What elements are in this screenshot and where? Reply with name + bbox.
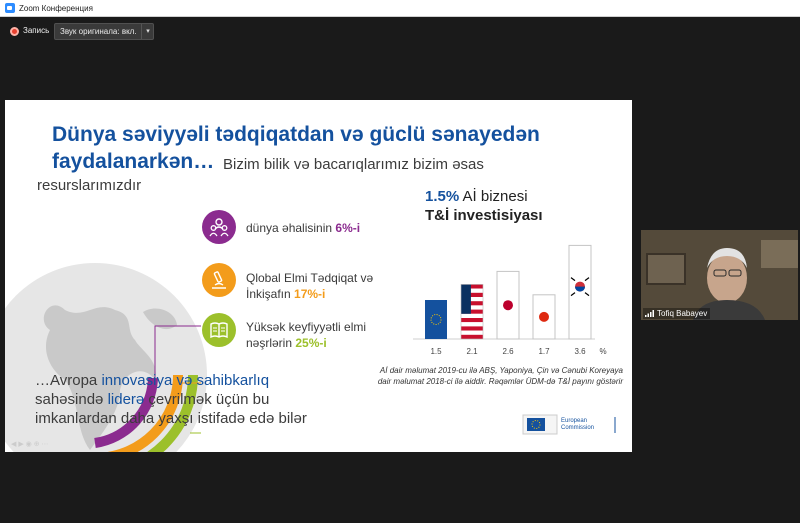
shared-slide: Dünya səviyyəli tədqiqatdan və güclü sən…: [5, 100, 632, 452]
slide-subtitle-line2: resurslarımızdır: [37, 177, 142, 194]
original-audio-button[interactable]: Звук оригинала: вкл.: [54, 23, 154, 40]
stat-population-value: 6%-i: [335, 221, 361, 235]
chart-tick-label: 1.5: [430, 347, 442, 356]
ec-label: European Commission: [561, 418, 594, 432]
chart-bar-south-korea: [568, 244, 592, 340]
chart-title-rest: Aİ biznesi: [459, 188, 528, 205]
window-titlebar: Zoom Конференция: [0, 0, 800, 17]
chart-title: 1.5% Aİ biznesi: [425, 188, 528, 205]
participant-video-frame: [641, 230, 798, 320]
bottom-highlight-1: innovasiya və sahibkarlıq: [101, 372, 270, 389]
stat-population: dünya əhalisinin 6%-i: [246, 220, 360, 236]
recording-toolbar: Запись Звук оригинала: вкл. ▾: [0, 17, 800, 46]
stat-research-text2: İnkişafın: [246, 287, 295, 301]
chart-bar-usa: [460, 284, 484, 340]
slide-controls[interactable]: ◀ ▶ ◉ ⊕ ⋯: [11, 440, 49, 448]
participant-video[interactable]: Tofiq Babayev: [641, 230, 798, 320]
stat-publications: Yüksək keyfiyyətli elmi nəşrlərin 25%-i: [246, 319, 366, 351]
slide-subtitle: Bizim bilik və bacarıqlarımız bizim əsas: [223, 156, 484, 173]
bottom-text-1: …Avropa: [35, 372, 102, 389]
record-icon[interactable]: [10, 27, 19, 36]
chart-tick-label: 2.6: [502, 347, 514, 356]
rd-investment-chart: 1.5 2.1 2.6 1.7 3.6%: [413, 244, 607, 356]
book-icon: [202, 313, 236, 347]
slide-title-line2: faydalanarkən…: [52, 150, 215, 173]
participant-name: Tofiq Babayev: [657, 309, 708, 318]
chart-tick-label: 3.6: [574, 347, 586, 356]
chart-bar-china: [532, 294, 556, 340]
bottom-text-2: sahəsində: [35, 391, 108, 408]
ec-label-1: European: [561, 418, 588, 424]
microscope-icon: [202, 263, 236, 297]
stat-population-text: dünya əhalisinin: [246, 221, 336, 235]
recording-label[interactable]: Запись: [23, 26, 49, 35]
window-title: Zoom Конференция: [19, 3, 93, 13]
chart-tick-label: 1.7: [538, 347, 550, 356]
slide-title-line1: Dünya səviyyəli tədqiqatdan və güclü sən…: [52, 123, 540, 146]
zoom-logo-icon: [5, 3, 15, 13]
chart-tick-label: 2.1: [466, 347, 478, 356]
stat-research: Qlobal Elmi Tədqiqat və İnkişafın 17%-i: [246, 270, 373, 302]
signal-icon: [645, 310, 654, 317]
participant-name-tag: Tofiq Babayev: [643, 308, 711, 319]
chart-bar-japan: [496, 270, 520, 340]
audio-dropdown-arrow[interactable]: ▾: [141, 24, 154, 39]
stat-publications-text: Yüksək keyfiyyətli elmi: [246, 320, 367, 334]
chart-title-pct: 1.5%: [425, 188, 460, 205]
stat-publications-value: 25%-i: [295, 336, 327, 350]
stat-research-text: Qlobal Elmi Tədqiqat və: [246, 271, 374, 285]
people-icon: [202, 210, 236, 244]
chart-tick-label: %: [599, 347, 606, 356]
stat-research-value: 17%-i: [294, 287, 326, 301]
slide-bottom-text: …Avropa innovasiya və sahibkarlıq sahəsi…: [35, 371, 335, 428]
ec-label-2: Commission: [561, 425, 595, 431]
chart-bar-eu: [425, 300, 447, 339]
bottom-highlight-2: liderə: [107, 391, 145, 408]
chart-footnote: Aİ dair məlumat 2019-cu ilə ABŞ, Yaponiy…: [377, 366, 623, 386]
stat-publications-text2: nəşrlərin: [246, 336, 296, 350]
